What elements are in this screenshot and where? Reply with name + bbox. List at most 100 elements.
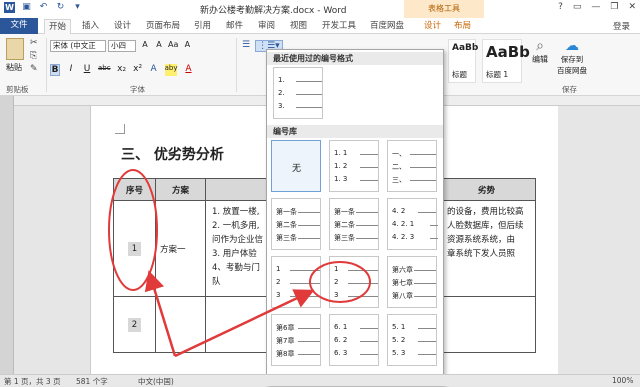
tile-rule [298,341,320,342]
numbering-format-tile[interactable]: 6. 1 6. 2 6. 3 [329,314,379,366]
numbering-format-tile[interactable]: 第6章 第7章 第8章 [271,314,321,366]
highlight-button[interactable]: aby [164,64,178,76]
style-title[interactable]: AaBb 标题 1 [482,39,530,83]
bold-button[interactable]: B [50,64,60,76]
strikethrough-button[interactable]: abc [98,64,111,76]
list-item: 人脸数据库，但后续 [447,221,524,231]
shrink-font-icon[interactable]: A [154,40,164,49]
tab-file[interactable]: 文件 [0,18,38,34]
editing-button[interactable]: ⌕ 编辑 [528,38,552,65]
word-count[interactable]: 581 个字 [76,376,108,387]
header-index: 序号 [113,178,156,201]
close-icon[interactable]: ✕ [628,2,636,12]
undo-icon[interactable]: ↶ [38,2,49,13]
section-heading: 三、 优劣势分析 [121,147,224,163]
numbering-format-tile[interactable]: 第一条 第二条 第三条 [329,198,379,250]
tile-rule [410,167,436,168]
numbering-format-tile[interactable]: 第一条 第二条 第三条 [271,198,321,250]
tab-table-layout[interactable]: 布局 [454,19,471,34]
tab-references[interactable]: 引用 [194,19,211,34]
language-status[interactable]: 中文(中国) [138,376,174,387]
row-number: 1 [127,241,142,256]
recent-format-tile[interactable]: 1. 2. 3. [273,67,323,119]
tab-mailings[interactable]: 邮件 [226,19,243,34]
numbering-format-tile[interactable]: 第六章 第七章 第八章 [387,256,437,308]
paste-button[interactable]: 粘贴 [6,62,22,73]
tile-line: 第一条 [334,208,355,216]
tile-line: 6. 2 [334,336,348,344]
tile-line: 第三条 [334,234,355,242]
cloud-icon: ☁ [565,38,579,54]
tile-line: 第三条 [276,234,297,242]
ribbon-display-icon[interactable]: ▭ [573,2,582,12]
tile-line: 3 [276,291,281,299]
tab-design[interactable]: 设计 [114,19,131,34]
subscript-button[interactable]: x₂ [117,64,127,76]
tab-baidu-netdisk[interactable]: 百度网盘 [370,19,404,34]
superscript-button[interactable]: x² [133,64,143,76]
tile-rule [418,341,436,342]
underline-button[interactable]: U [82,64,92,76]
title-bar: W ▣ ↶ ↻ ▾ 新办公楼考勤解决方案.docx - Word 表格工具 ? … [0,0,640,18]
numbering-format-tile[interactable]: 4. 2 4. 2. 1 4. 2. 3 [387,198,438,250]
style-heading1[interactable]: AaBb 标题 [448,39,478,83]
tile-line: 5. 1 [392,323,406,331]
save-icon[interactable]: ▣ [21,2,32,13]
bullets-icon[interactable]: ☰ [242,40,250,52]
clear-format-icon[interactable]: A [182,40,192,49]
paste-icon[interactable] [6,38,24,60]
restore-icon[interactable]: ❐ [610,2,618,12]
numbering-format-tile[interactable]: 1. 1 1. 2 1. 3 [329,140,379,192]
numbering-format-tile[interactable]: 1 2 3 [271,256,321,308]
zoom-level[interactable]: 100% [612,376,633,385]
tile-rule [360,180,378,181]
numbering-dropdown: 最近使用过的编号格式 编号库 1. 2. 3. 无 1. 1 1. 2 1. 3 一、 二、 三、… [266,49,444,386]
tab-review[interactable]: 审阅 [258,19,275,34]
minimize-icon[interactable]: — [591,2,600,12]
tile-rule [414,296,436,297]
save-to-baidu-button[interactable]: ☁ 保存到 百度网盘 [552,38,592,76]
table-cell[interactable]: 2 [113,296,156,353]
tile-line: 4. 2 [392,207,406,215]
tile-line: 5. 2 [392,336,406,344]
tile-rule [360,154,378,155]
customize-icon[interactable]: ▾ [72,2,83,13]
tile-line: 第8章 [276,350,295,358]
tile-line: 1. 3 [334,175,348,183]
font-size-select[interactable]: 小四 [108,40,136,52]
tile-rule [410,180,436,181]
group-divider [46,38,47,92]
tab-layout[interactable]: 页面布局 [146,19,180,34]
table-cell[interactable]: 1 [113,200,156,297]
font-name-select[interactable]: 宋体 (中文正文) [50,40,106,52]
tab-insert[interactable]: 插入 [82,19,99,34]
numbering-none-tile[interactable]: 无 [271,140,321,192]
login-link[interactable]: 登录 [613,20,630,32]
numbering-format-tile[interactable]: 1 2 3 [329,256,379,308]
format-painter-icon[interactable]: ✎ [30,64,38,74]
tile-rule [414,283,436,284]
tab-table-design[interactable]: 设计 [424,19,441,34]
help-icon[interactable]: ? [558,2,563,12]
plan-cell[interactable] [155,296,206,353]
italic-button[interactable]: I [66,64,76,76]
tile-rule [360,354,378,355]
font-color-button[interactable]: A [183,64,193,76]
tab-view[interactable]: 视图 [290,19,307,34]
page-count[interactable]: 第 1 页，共 3 页 [4,376,61,387]
change-case-icon[interactable]: Aa [168,40,178,49]
tile-rule [356,225,378,226]
tile-rule [418,212,436,213]
grow-font-icon[interactable]: A [140,40,150,49]
text-effects-button[interactable]: A [149,64,159,76]
plan-cell[interactable]: 方案一 [155,200,206,297]
tab-developer[interactable]: 开发工具 [322,19,356,34]
numbering-format-tile[interactable]: 5. 1 5. 2 5. 3 [387,314,437,366]
copy-icon[interactable]: ⎘ [30,51,38,61]
tab-home[interactable]: 开始 [44,19,72,34]
tile-rule [298,328,320,329]
numbering-format-tile[interactable]: 一、 二、 三、 [387,140,437,192]
tile-rule [418,328,436,329]
cut-icon[interactable]: ✂ [30,38,38,48]
redo-icon[interactable]: ↻ [55,2,66,13]
